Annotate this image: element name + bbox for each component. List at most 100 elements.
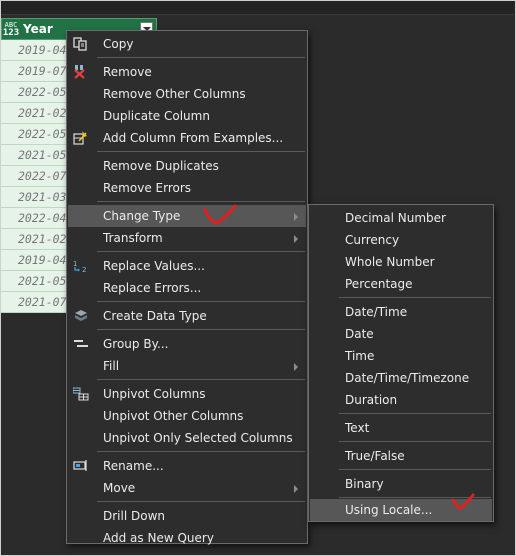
menu-item-move[interactable]: Move: [68, 477, 306, 499]
menu-item-label: Change Type: [103, 209, 181, 223]
menu-item-replace-errors[interactable]: Replace Errors...: [68, 277, 306, 299]
menu-item-label: Fill: [103, 359, 120, 373]
menu-item-label: Unpivot Other Columns: [103, 409, 244, 423]
menu-item-label: Remove Errors: [103, 181, 192, 195]
submenu-item-date-time-timezone[interactable]: Date/Time/Timezone: [310, 367, 492, 389]
menu-item-label: Remove: [103, 65, 152, 79]
data-type-icon: [75, 310, 87, 321]
submenu-item-label: Percentage: [345, 277, 413, 291]
submenu-item-label: Time: [345, 349, 375, 363]
menu-item-label: Rename...: [103, 459, 164, 473]
menu-item-label: Transform: [103, 231, 163, 245]
menu-item-label: Unpivot Only Selected Columns: [103, 431, 293, 445]
menu-item-label: Add as New Query: [103, 531, 214, 545]
menu-separator: [339, 297, 491, 298]
add-column-from-examples-icon: [73, 131, 87, 145]
menu-item-transform[interactable]: Transform: [68, 227, 306, 249]
menu-item-label: Create Data Type: [103, 309, 207, 323]
menu-item-duplicate-column[interactable]: Duplicate Column: [68, 105, 306, 127]
submenu-item-label: Whole Number: [345, 255, 435, 269]
group-by-icon: [74, 340, 88, 347]
menu-separator: [97, 251, 305, 252]
red-check-mark-icon: [451, 493, 475, 510]
menu-item-remove[interactable]: Remove: [68, 61, 306, 83]
submenu-item-true-false[interactable]: True/False: [310, 445, 492, 467]
menu-item-label: Drill Down: [103, 509, 165, 523]
submenu-item-label: Currency: [345, 233, 400, 247]
submenu-item-date[interactable]: Date: [310, 323, 492, 345]
menu-separator: [97, 201, 305, 202]
menu-item-label: Add Column From Examples...: [103, 131, 284, 145]
submenu-item-label: Date/Time/Timezone: [345, 371, 470, 385]
type-badge-bottom: 123: [2, 28, 20, 38]
menu-item-unpivot-other-columns[interactable]: Unpivot Other Columns: [68, 405, 306, 427]
menu-item-add-column-from-examples[interactable]: Add Column From Examples...: [68, 127, 306, 149]
menu-item-copy[interactable]: Copy: [68, 33, 306, 55]
menu-item-unpivot-columns[interactable]: Unpivot Columns: [68, 383, 306, 405]
menu-item-label: Group By...: [103, 337, 169, 351]
menu-separator: [339, 469, 491, 470]
remove-column-icon: [74, 65, 85, 79]
submenu-arrow-icon: [294, 363, 298, 371]
submenu-item-duration[interactable]: Duration: [310, 389, 492, 411]
column-context-menu: Copy Remove Remove Other Columns Duplica…: [66, 30, 308, 545]
menu-item-rename[interactable]: Rename...: [68, 455, 306, 477]
submenu-item-label: Using Locale...: [345, 503, 433, 517]
menu-item-label: Replace Values...: [103, 259, 205, 273]
menu-separator: [97, 501, 305, 502]
submenu-item-percentage[interactable]: Percentage: [310, 273, 492, 295]
menu-separator: [97, 301, 305, 302]
submenu-arrow-icon: [294, 235, 298, 243]
submenu-item-label: Date/Time: [345, 305, 408, 319]
menu-separator: [97, 451, 305, 452]
submenu-arrow-icon: [294, 485, 298, 493]
menu-item-drill-down[interactable]: Drill Down: [68, 505, 306, 527]
menu-separator: [97, 57, 305, 58]
submenu-item-label: True/False: [345, 449, 405, 463]
menu-item-remove-other-columns[interactable]: Remove Other Columns: [68, 83, 306, 105]
replace-values-icon: 12: [73, 260, 86, 273]
svg-text:1: 1: [73, 260, 77, 268]
submenu-item-date-time[interactable]: Date/Time: [310, 301, 492, 323]
menu-separator: [97, 379, 305, 380]
red-check-mark-icon: [203, 204, 237, 225]
submenu-item-label: Decimal Number: [345, 211, 446, 225]
submenu-item-label: Text: [345, 421, 370, 435]
change-type-submenu: Decimal Number Currency Whole Number Per…: [308, 204, 494, 522]
submenu-item-time[interactable]: Time: [310, 345, 492, 367]
submenu-item-label: Date: [345, 327, 374, 341]
submenu-item-label: Binary: [345, 477, 384, 491]
rename-icon: [73, 460, 87, 471]
column-title: Year: [23, 22, 53, 36]
menu-item-create-data-type[interactable]: Create Data Type: [68, 305, 306, 327]
copy-icon: [73, 37, 87, 51]
menu-item-remove-errors[interactable]: Remove Errors: [68, 177, 306, 199]
menu-item-label: Unpivot Columns: [103, 387, 206, 401]
submenu-arrow-icon: [294, 213, 298, 221]
menu-item-change-type[interactable]: Change Type: [68, 205, 306, 227]
any-type-icon[interactable]: ABC 123: [2, 21, 20, 39]
submenu-item-whole-number[interactable]: Whole Number: [310, 251, 492, 273]
menu-item-add-as-new-query[interactable]: Add as New Query: [68, 527, 306, 549]
menu-item-label: Duplicate Column: [103, 109, 210, 123]
menu-item-remove-duplicates[interactable]: Remove Duplicates: [68, 155, 306, 177]
menu-separator: [97, 151, 305, 152]
menu-item-replace-values[interactable]: 12 Replace Values...: [68, 255, 306, 277]
menu-item-label: Copy: [103, 37, 134, 51]
menu-item-label: Move: [103, 481, 136, 495]
submenu-item-text[interactable]: Text: [310, 417, 492, 439]
menu-separator: [339, 441, 491, 442]
menu-separator: [97, 329, 305, 330]
menu-item-unpivot-only-selected-columns[interactable]: Unpivot Only Selected Columns: [68, 427, 306, 449]
submenu-item-decimal-number[interactable]: Decimal Number: [310, 207, 492, 229]
svg-text:2: 2: [82, 266, 86, 273]
menu-item-group-by[interactable]: Group By...: [68, 333, 306, 355]
menu-item-label: Replace Errors...: [103, 281, 202, 295]
submenu-item-currency[interactable]: Currency: [310, 229, 492, 251]
top-strip: [1, 1, 514, 15]
submenu-item-label: Duration: [345, 393, 398, 407]
menu-item-fill[interactable]: Fill: [68, 355, 306, 377]
menu-item-label: Remove Other Columns: [103, 87, 246, 101]
menu-separator: [339, 413, 491, 414]
unpivot-icon: [73, 387, 89, 401]
